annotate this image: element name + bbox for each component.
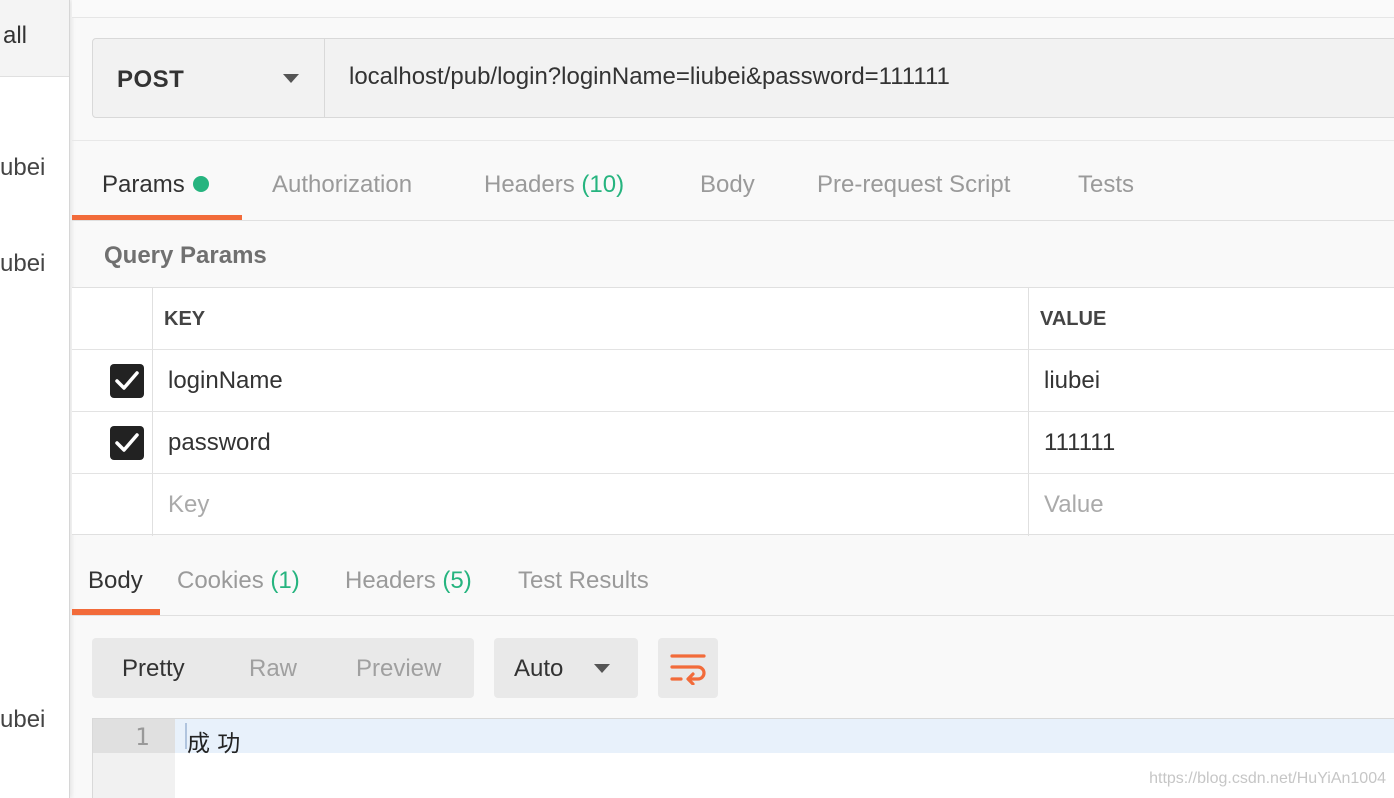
param-value-cell[interactable]: liubei: [1044, 367, 1100, 395]
checkmark-icon: [115, 371, 139, 390]
tab-headers-label: Headers: [484, 171, 575, 198]
active-line-highlight: [175, 719, 1394, 753]
tab-response-headers[interactable]: Headers (5): [345, 567, 472, 595]
param-key-cell[interactable]: loginName: [168, 367, 283, 395]
divider: [72, 615, 1394, 616]
checkmark-icon: [115, 433, 139, 452]
query-params-title: Query Params: [104, 242, 267, 269]
status-dot-icon: [192, 175, 209, 192]
tab-cookies[interactable]: Cookies (1): [177, 567, 300, 595]
param-enabled-checkbox[interactable]: [110, 364, 144, 398]
column-header-key: KEY: [164, 308, 206, 330]
param-value-cell[interactable]: 111111: [1044, 429, 1115, 457]
table-header-row: KEY VALUE: [72, 288, 1394, 350]
table-row: loginName liubei: [72, 350, 1394, 412]
view-mode-segmented-control: Pretty Raw Preview: [92, 638, 474, 698]
param-key-cell[interactable]: password: [168, 429, 271, 457]
request-bar: POST localhost/pub/login?loginName=liube…: [92, 38, 1394, 118]
sidebar-history-item[interactable]: ubei: [0, 250, 45, 278]
tab-response-headers-label: Headers: [345, 567, 436, 594]
watermark: https://blog.csdn.net/HuYiAn1004: [1149, 770, 1386, 787]
format-label: Auto: [514, 655, 564, 682]
active-line-gutter: [93, 719, 175, 753]
query-params-table: KEY VALUE loginName liubei password 1111…: [72, 287, 1394, 536]
column-header-value: VALUE: [1040, 308, 1107, 330]
view-pretty-button[interactable]: Pretty: [122, 655, 185, 683]
param-enabled-checkbox[interactable]: [110, 426, 144, 460]
divider: [72, 220, 1394, 221]
cookies-count-badge: (1): [270, 567, 300, 594]
table-row: password 111111: [72, 412, 1394, 474]
url-input[interactable]: localhost/pub/login?loginName=liubei&pas…: [349, 63, 950, 91]
table-row-new: Key Value: [72, 474, 1394, 536]
wrap-lines-button[interactable]: [658, 638, 718, 698]
chevron-down-icon: [594, 664, 610, 673]
tab-params[interactable]: Params: [102, 171, 209, 199]
response-headers-count-badge: (5): [442, 567, 472, 594]
headers-count-badge: (10): [581, 171, 625, 198]
request-tabs: Params Authorization Headers (10) Body P…: [72, 140, 1394, 221]
tab-strip: [72, 0, 1394, 18]
tab-test-results[interactable]: Test Results: [518, 567, 649, 595]
tab-params-label: Params: [102, 171, 185, 198]
view-preview-button[interactable]: Preview: [356, 655, 441, 683]
tab-prerequest-script[interactable]: Pre-request Script: [817, 171, 1010, 199]
tab-body[interactable]: Body: [700, 171, 755, 199]
method-label: POST: [117, 66, 185, 93]
sidebar-tab-label[interactable]: all: [3, 22, 27, 50]
line-number: 1: [135, 723, 150, 751]
tab-tests[interactable]: Tests: [1078, 171, 1134, 199]
history-sidebar: all ubei ubei ubei: [0, 0, 70, 798]
tab-authorization[interactable]: Authorization: [272, 171, 412, 199]
sidebar-history-item[interactable]: ubei: [0, 154, 45, 182]
chevron-down-icon: [283, 74, 299, 83]
new-key-input[interactable]: Key: [168, 491, 209, 519]
tab-headers[interactable]: Headers (10): [484, 171, 624, 199]
sidebar-header: all: [0, 0, 69, 77]
wrap-lines-icon: [670, 654, 706, 685]
response-tabs: Body Cookies (1) Headers (5) Test Result…: [72, 536, 1394, 616]
response-body-text: 成 功: [187, 731, 241, 757]
tab-response-body[interactable]: Body: [88, 567, 143, 595]
sidebar-history-item[interactable]: ubei: [0, 706, 45, 734]
method-select[interactable]: POST: [93, 39, 325, 117]
new-value-input[interactable]: Value: [1044, 491, 1104, 519]
tab-cookies-label: Cookies: [177, 567, 264, 594]
postman-window: all ubei ubei ubei POST localhost/pub/lo…: [0, 0, 1394, 798]
format-select[interactable]: Auto: [494, 638, 638, 698]
view-raw-button[interactable]: Raw: [249, 655, 297, 683]
